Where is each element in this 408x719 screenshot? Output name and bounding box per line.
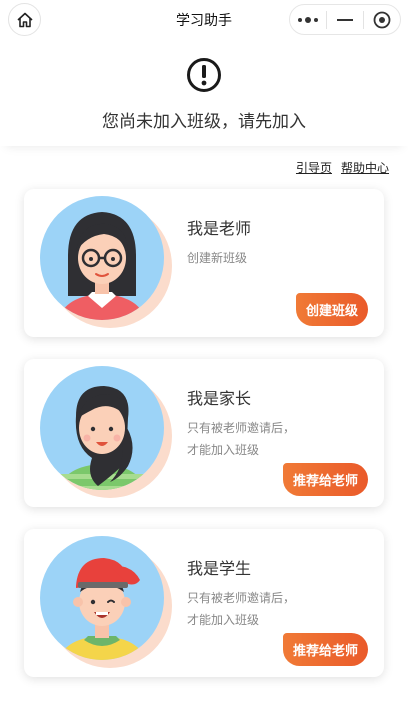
student-avatar [40,536,175,671]
recommend-to-teacher-button[interactable]: 推荐给老师 [282,633,368,666]
card-title: 我是家长 [187,389,252,408]
teacher-avatar [40,196,175,331]
join-class-notice: 您尚未加入班级，请先加入 [0,38,408,146]
card-description: 只有被老师邀请后， 才能加入班级 [187,591,296,627]
more-button[interactable] [290,5,326,34]
student-card[interactable]: 我是学生 只有被老师邀请后， 才能加入班级 推荐给老师 [24,529,384,677]
parent-card[interactable]: 我是家长 只有被老师邀请后， 才能加入班级 推荐给老师 [24,359,384,507]
alert-circle-icon [187,58,221,92]
close-button[interactable] [364,5,400,34]
top-links: 引导页 帮助中心 [287,159,389,176]
minimize-icon [337,18,353,21]
target-icon [373,11,391,28]
create-class-button[interactable]: 创建班级 [295,293,368,326]
card-title: 我是学生 [187,559,252,578]
top-navbar: 学习助手 [0,0,408,38]
teacher-card[interactable]: 我是老师 创建新班级 创建班级 [24,189,384,337]
guide-link[interactable]: 引导页 [296,161,332,175]
card-description: 创建新班级 [187,251,248,265]
help-center-link[interactable]: 帮助中心 [341,161,389,175]
notice-text: 您尚未加入班级，请先加入 [102,112,306,132]
more-dots-icon [298,16,318,23]
card-title: 我是老师 [187,219,252,238]
minimize-button[interactable] [327,5,363,34]
mini-program-capsule [289,4,401,35]
parent-avatar [40,366,175,501]
card-description: 只有被老师邀请后， 才能加入班级 [187,421,296,457]
recommend-to-teacher-button[interactable]: 推荐给老师 [282,463,368,496]
